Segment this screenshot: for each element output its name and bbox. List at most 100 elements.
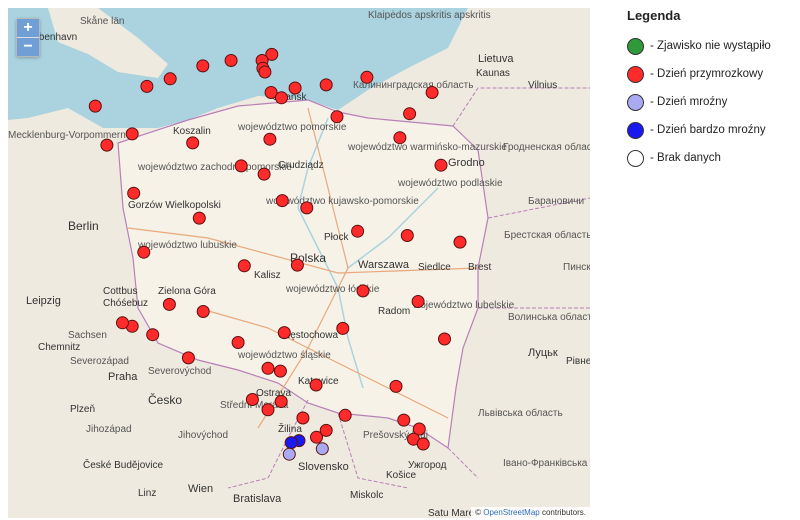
station-marker[interactable] [290,258,304,272]
legend-label: - Brak danych [650,152,721,164]
station-marker[interactable] [163,72,177,86]
svg-text:Košice: Košice [386,470,416,481]
station-marker[interactable] [245,393,259,406]
map-canvas[interactable]: København Skåne län Klaipėdos apskritis … [8,8,590,518]
station-marker[interactable] [261,403,275,417]
station-marker[interactable] [258,65,272,79]
station-marker[interactable] [137,245,151,259]
station-marker[interactable] [274,395,288,408]
svg-text:województwo lubelskie: województwo lubelskie [412,300,515,311]
legend-item-no-phenomenon: - Zjawisko nie wystąpiło [627,37,797,55]
svg-text:Česko: Česko [148,392,182,407]
station-marker[interactable] [261,361,275,375]
lavender-dot-icon [627,93,644,111]
legend-panel: Legenda - Zjawisko nie wystąpiło - Dzień… [627,8,797,177]
station-marker[interactable] [425,86,439,99]
station-marker[interactable] [224,54,238,67]
svg-text:Bratislava: Bratislava [233,493,282,505]
station-marker[interactable] [336,321,350,335]
station-marker[interactable] [277,326,291,340]
svg-text:Zielona Góra: Zielona Góra [158,286,216,297]
station-marker[interactable] [231,336,245,349]
svg-text:Koszalin: Koszalin [173,126,211,137]
station-marker[interactable] [100,138,114,152]
station-marker[interactable] [146,328,160,342]
station-marker[interactable] [116,316,129,330]
station-marker[interactable] [192,211,206,225]
station-marker[interactable] [319,423,333,437]
station-marker[interactable] [140,79,154,93]
station-marker[interactable] [282,447,296,461]
svg-text:Grodno: Grodno [448,157,485,169]
station-marker[interactable] [315,442,329,456]
station-marker[interactable] [288,81,302,95]
svg-text:Vilnius: Vilnius [528,80,557,91]
map-viewport[interactable]: København Skåne län Klaipėdos apskritis … [8,8,590,518]
svg-text:Płock: Płock [324,232,349,243]
svg-text:Berlin: Berlin [68,219,99,233]
svg-text:Linz: Linz [138,488,156,499]
station-marker[interactable] [438,332,451,346]
station-marker[interactable] [196,59,210,73]
svg-text:Івано-Франківська область: Івано-Франківська область [503,457,590,469]
svg-text:województwo podlaskie: województwo podlaskie [397,178,503,189]
station-marker[interactable] [338,408,352,422]
station-marker[interactable] [125,127,139,141]
station-marker[interactable] [309,378,323,392]
station-marker[interactable] [356,284,370,298]
blue-dot-icon [627,121,644,139]
svg-text:Siedlce: Siedlce [418,262,451,273]
station-marker[interactable] [88,99,102,113]
station-marker[interactable] [351,224,365,238]
station-marker[interactable] [330,110,344,124]
station-marker[interactable] [284,436,298,450]
red-dot-icon [627,65,644,83]
svg-text:Пинск: Пинск [563,262,590,273]
station-marker[interactable] [389,379,403,393]
station-marker[interactable] [257,167,271,181]
station-marker[interactable] [416,437,430,451]
station-marker[interactable] [181,351,195,365]
legend-item-very-freezing-day: - Dzień bardzo mroźny [627,121,797,139]
station-marker[interactable] [453,235,467,249]
svg-text:Рівне: Рівне [566,356,590,367]
station-marker[interactable] [237,259,251,273]
station-marker[interactable] [275,91,288,105]
station-marker[interactable] [403,107,417,121]
station-marker[interactable] [296,411,310,425]
svg-text:województwo śląskie: województwo śląskie [237,350,331,361]
station-marker[interactable] [127,186,141,200]
station-marker[interactable] [393,131,407,145]
osm-link[interactable]: OpenStreetMap [483,508,539,517]
station-marker[interactable] [397,413,411,427]
station-marker[interactable] [319,78,333,92]
svg-text:Plzeň: Plzeň [70,404,95,415]
zoom-control: + − [16,18,40,57]
svg-text:Брестская область: Брестская область [504,229,590,241]
svg-text:Kalisz: Kalisz [254,270,281,281]
legend-label: - Zjawisko nie wystąpiło [650,40,771,52]
station-marker[interactable] [275,194,289,208]
zoom-out-button[interactable]: − [17,37,39,56]
svg-text:Satu Mare: Satu Mare [428,508,475,518]
station-marker[interactable] [162,297,176,311]
station-marker[interactable] [273,364,287,378]
svg-text:Chóśebuz: Chóśebuz [103,298,148,309]
station-marker[interactable] [400,229,414,242]
station-marker[interactable] [411,295,425,308]
svg-text:apskritis: apskritis [454,10,491,21]
zoom-in-button[interactable]: + [17,19,39,37]
station-marker[interactable] [360,70,374,84]
station-marker[interactable] [234,159,248,173]
station-marker[interactable] [263,132,277,146]
svg-text:województwo warmińsko-mazurski: województwo warmińsko-mazurskie [347,142,507,153]
svg-text:Miskolc: Miskolc [350,490,383,501]
station-marker[interactable] [186,136,200,150]
station-marker[interactable] [434,158,448,172]
legend-label: - Dzień przymrozkowy [650,68,764,80]
green-dot-icon [627,37,644,55]
station-marker[interactable] [300,201,314,215]
svg-text:województwo lubuskie: województwo lubuskie [137,240,237,251]
svg-text:Žilina: Žilina [278,422,302,435]
station-marker[interactable] [196,305,210,318]
